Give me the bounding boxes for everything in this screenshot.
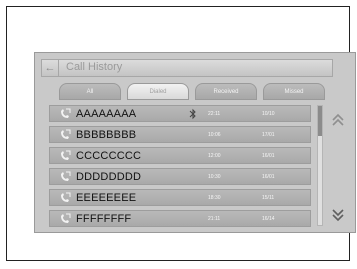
tab-dialed-label: Dialed bbox=[149, 89, 167, 95]
contact-name: AAAAAAAA bbox=[76, 108, 137, 120]
chevron-double-down-icon[interactable] bbox=[331, 208, 345, 222]
chevron-double-up-icon[interactable] bbox=[331, 113, 345, 127]
phone-outgoing-icon bbox=[61, 171, 71, 181]
illustration-frame: ← Call History All Dialed Received Misse… bbox=[6, 6, 356, 261]
call-date: 16/01 bbox=[262, 174, 275, 180]
tab-dialed[interactable]: Dialed bbox=[127, 83, 189, 100]
call-date: 16/14 bbox=[262, 216, 275, 222]
call-row[interactable]: DDDDDDDD 10:30 16/01 bbox=[49, 168, 311, 185]
tab-received[interactable]: Received bbox=[195, 83, 257, 100]
scroll-thumb[interactable] bbox=[318, 106, 322, 136]
call-time: 22:11 bbox=[208, 111, 221, 117]
back-arrow-icon: ← bbox=[44, 62, 56, 74]
tab-received-label: Received bbox=[213, 89, 239, 95]
phone-outgoing-icon bbox=[61, 150, 71, 160]
contact-name: FFFFFFFF bbox=[76, 213, 132, 225]
call-time: 21:11 bbox=[208, 216, 221, 222]
tab-bar: All Dialed Received Missed bbox=[59, 83, 329, 101]
call-date: 16/01 bbox=[262, 153, 275, 159]
phone-outgoing-icon bbox=[61, 213, 71, 223]
contact-name: EEEEEEEE bbox=[76, 192, 137, 204]
call-row[interactable]: BBBBBBBB 10:06 17/01 bbox=[49, 126, 311, 143]
tab-all-label: All bbox=[86, 89, 94, 95]
phone-outgoing-icon bbox=[61, 108, 71, 118]
call-row[interactable]: AAAAAAAA 22:11 10/10 bbox=[49, 105, 311, 122]
call-time: 12:00 bbox=[208, 153, 221, 159]
contact-name: BBBBBBBB bbox=[76, 129, 137, 141]
scrollbar[interactable] bbox=[317, 105, 323, 226]
contact-name: CCCCCCCC bbox=[76, 150, 142, 162]
call-time: 10:30 bbox=[208, 174, 221, 180]
tab-all[interactable]: All bbox=[59, 83, 121, 100]
tab-missed[interactable]: Missed bbox=[263, 83, 325, 100]
call-date: 10/10 bbox=[262, 111, 275, 117]
call-time: 10:06 bbox=[208, 132, 221, 138]
call-history-screen: ← Call History All Dialed Received Misse… bbox=[34, 52, 356, 233]
bluetooth-icon bbox=[189, 108, 196, 120]
phone-outgoing-icon bbox=[61, 192, 71, 202]
phone-outgoing-icon bbox=[61, 129, 71, 139]
page-title: Call History bbox=[66, 61, 123, 73]
back-button[interactable]: ← bbox=[42, 60, 59, 76]
call-row[interactable]: FFFFFFFF 21:11 16/14 bbox=[49, 210, 311, 227]
tab-missed-label: Missed bbox=[284, 89, 304, 95]
title-bar: ← Call History bbox=[41, 59, 333, 77]
call-date: 15/11 bbox=[262, 195, 275, 201]
contact-name: DDDDDDDD bbox=[76, 171, 142, 183]
call-row[interactable]: CCCCCCCC 12:00 16/01 bbox=[49, 147, 311, 164]
call-date: 17/01 bbox=[262, 132, 275, 138]
call-row[interactable]: EEEEEEEE 18:30 15/11 bbox=[49, 189, 311, 206]
call-time: 18:30 bbox=[208, 195, 221, 201]
